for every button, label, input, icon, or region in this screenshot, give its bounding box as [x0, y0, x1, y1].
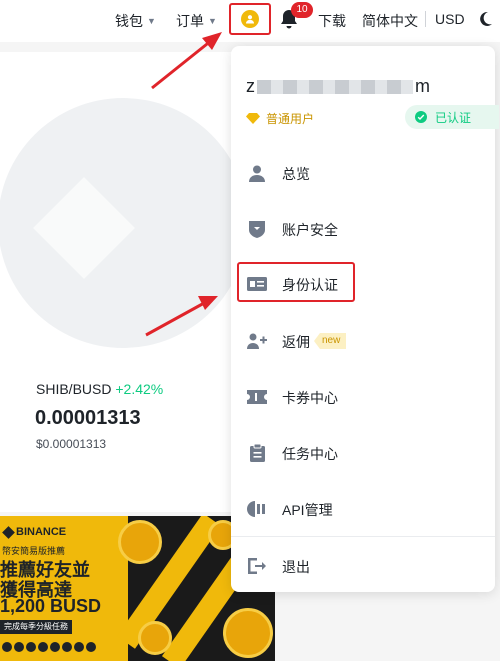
annotation-arrow-top — [151, 32, 222, 90]
annotation-arrow-middle — [145, 296, 218, 337]
annotation-arrows — [145, 32, 222, 337]
